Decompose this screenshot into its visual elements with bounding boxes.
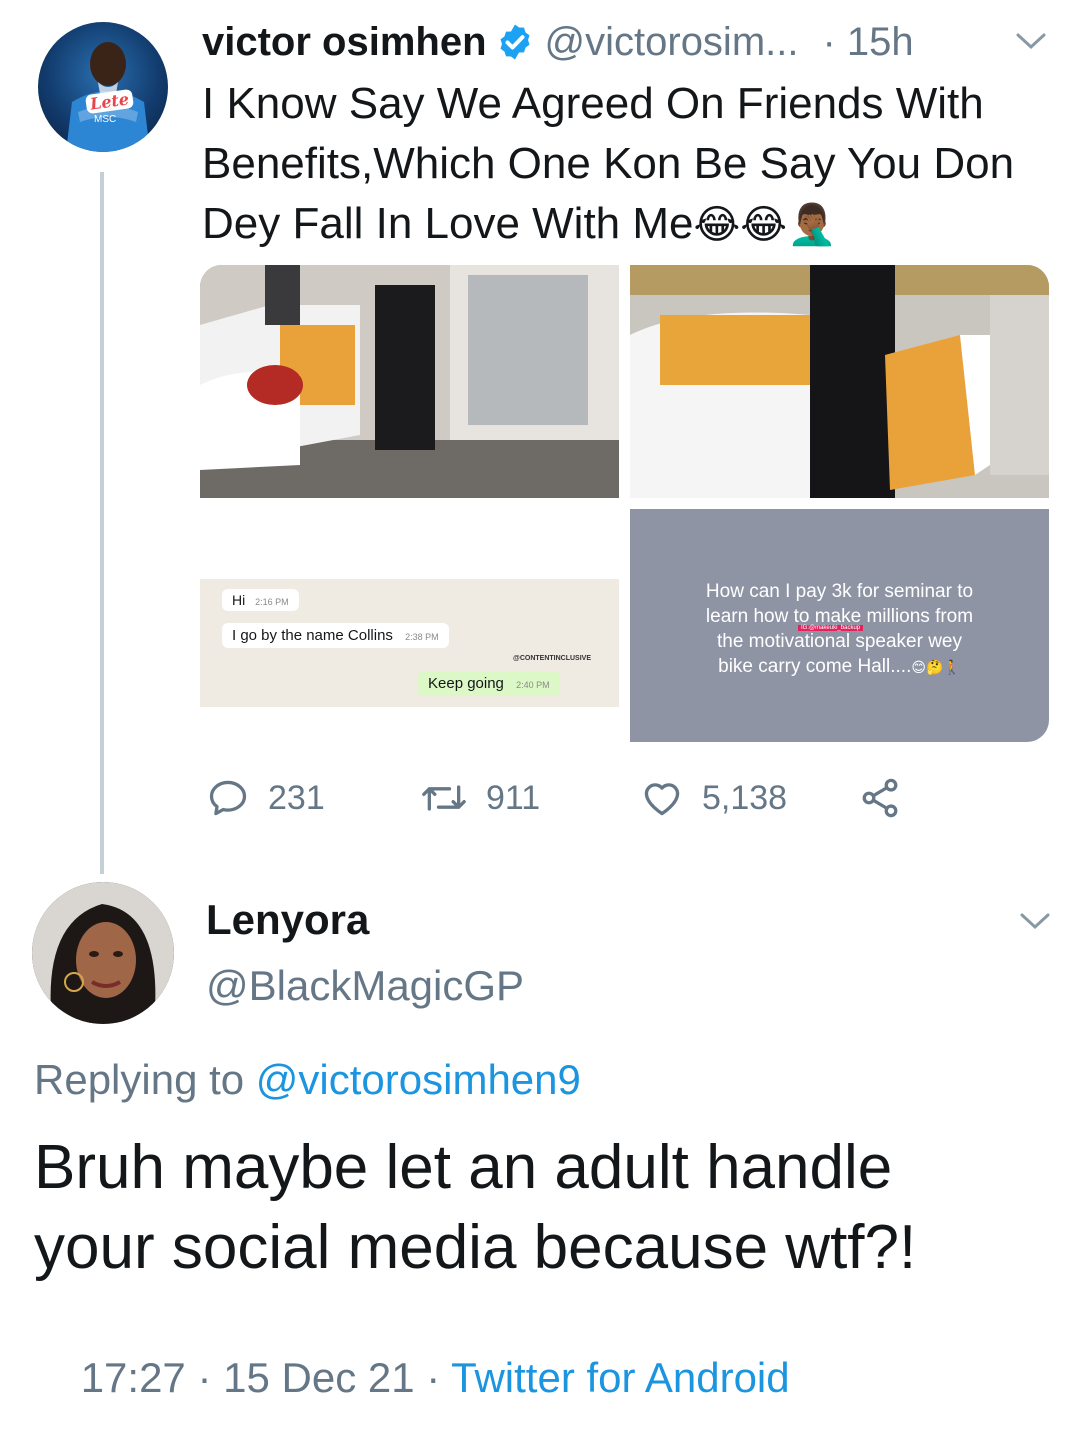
author-handle[interactable]: @victorosim...: [545, 20, 799, 65]
chat-watermark: @CONTENTINCLUSIVE: [513, 655, 591, 662]
tweet-text-line-3: Dey Fall In Love With Me: [202, 199, 694, 248]
tweet-time: · 15h: [822, 19, 914, 64]
tweet-header: victor osimhen @victorosim... · 15h: [202, 16, 1062, 68]
meme-watermark: IG:@makeuki_backup: [798, 625, 864, 631]
author-name[interactable]: victor osimhen: [202, 20, 487, 65]
media-photo-2[interactable]: [630, 265, 1049, 498]
meme-line-1: How can I pay 3k for seminar to: [705, 581, 974, 602]
tweet-text-line-3-wrap: Dey Fall In Love With Me😂😂🤦🏾‍♂️: [202, 194, 1062, 255]
chat-msg-2: I go by the name Collins: [232, 627, 393, 644]
chat-reply-time: 2:40 PM: [516, 680, 550, 690]
heart-icon: [640, 776, 684, 820]
car-photo-1-image: [200, 265, 619, 498]
media-meme-image[interactable]: How can I pay 3k for seminar to learn ho…: [630, 509, 1049, 742]
reply-timestamp[interactable]: 17:27 · 15 Dec 21 ·: [81, 1354, 451, 1401]
reply-text-line-1: Bruh maybe let an adult handle: [34, 1133, 893, 1202]
share-icon: [858, 776, 902, 820]
thread-line: [100, 172, 104, 874]
meme-line-4: bike carry come Hall....: [718, 656, 912, 677]
chevron-down-icon[interactable]: [1014, 30, 1048, 57]
retweet-count: 911: [486, 778, 541, 817]
tweet-text-line-2: Benefits,Which One Kon Be Say You Don: [202, 139, 1015, 188]
retweet-action[interactable]: 911: [420, 776, 540, 820]
reply-action[interactable]: 231: [206, 776, 325, 820]
reply-icon: [206, 776, 250, 820]
reply-author-handle[interactable]: @BlackMagicGP: [206, 962, 524, 1010]
retweet-icon: [420, 776, 468, 820]
tweet-text-line-1: I Know Say We Agreed On Friends With: [202, 79, 984, 128]
share-action[interactable]: [858, 776, 902, 820]
replying-to-handle[interactable]: @victorosimhen9: [256, 1056, 581, 1103]
tweet-text: I Know Say We Agreed On Friends With Ben…: [202, 74, 1062, 255]
player-photo-icon: [66, 42, 150, 152]
chat-reply: Keep going: [428, 675, 504, 692]
replying-to-label: Replying to: [34, 1056, 245, 1103]
reply-chevron-down-icon[interactable]: [1018, 910, 1052, 937]
media-chat-screenshot[interactable]: Hi 2:16 PM I go by the name Collins 2:38…: [200, 509, 619, 742]
reply-text: Bruh maybe let an adult handle your soci…: [34, 1128, 916, 1288]
chat-msg-2-time: 2:38 PM: [405, 632, 439, 642]
reply-avatar-photo-icon: [32, 882, 174, 1024]
meme-line-3: the motivational speaker wey: [716, 631, 962, 652]
chat-bubble-hi: Hi 2:16 PM: [222, 589, 299, 611]
car-photo-2-image: [630, 265, 1049, 498]
chat-msg-1-time: 2:16 PM: [255, 597, 289, 607]
reply-author-name[interactable]: Lenyora: [206, 896, 369, 944]
reply-author-avatar[interactable]: [32, 882, 174, 1024]
tweet-emojis: 😂😂🤦🏾‍♂️: [693, 203, 837, 247]
reply-source[interactable]: Twitter for Android: [451, 1354, 789, 1401]
chat-msg-1: Hi: [232, 592, 246, 608]
replying-to: Replying to @victorosimhen9: [34, 1056, 581, 1104]
avatar-msc-text: MSC: [94, 114, 117, 125]
verified-badge-icon: [495, 22, 535, 62]
like-count: 5,138: [702, 778, 788, 817]
meme-line-4-wrap: bike carry come Hall....😊🤔🚶: [630, 654, 1049, 680]
media-photo-1[interactable]: [200, 265, 619, 498]
chat-bubble-reply: Keep going 2:40 PM: [418, 671, 560, 696]
reply-text-line-2: your social media because wtf?!: [34, 1213, 917, 1282]
chat-bubble-name: I go by the name Collins 2:38 PM: [222, 623, 449, 648]
meme-emoji: 😊🤔🚶: [911, 659, 961, 675]
reply-meta: 17:27 · 15 Dec 21 · Twitter for Android: [34, 1306, 790, 1450]
like-action[interactable]: 5,138: [640, 776, 787, 820]
reply-count: 231: [268, 778, 325, 817]
author-avatar[interactable]: Lete MSC: [38, 22, 168, 152]
